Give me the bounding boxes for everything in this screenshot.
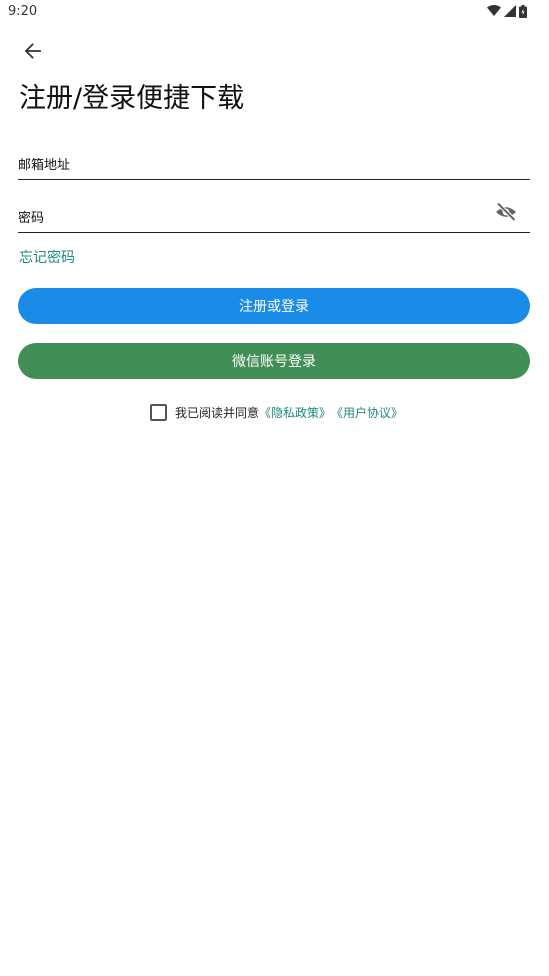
agreement-row: 我已阅读并同意 《隐私政策》 《用户协议》 — [150, 403, 403, 421]
user-agreement-link[interactable]: 《用户协议》 — [331, 404, 403, 421]
wifi-icon — [487, 5, 501, 16]
eye-off-icon[interactable] — [494, 200, 518, 224]
battery-icon — [519, 4, 527, 18]
agreement-checkbox[interactable] — [150, 403, 167, 421]
arrow-left-icon — [24, 43, 41, 59]
register-login-button[interactable]: 注册或登录 — [18, 288, 530, 324]
status-time: 9:20 — [8, 4, 38, 19]
signal-icon — [504, 5, 516, 17]
back-button[interactable] — [18, 36, 48, 66]
forgot-password-link[interactable]: 忘记密码 — [19, 247, 75, 267]
agreement-text: 我已阅读并同意 — [175, 405, 260, 420]
password-field-container — [18, 196, 530, 233]
email-input[interactable] — [18, 158, 478, 173]
page-title: 注册/登录便捷下载 — [19, 83, 245, 114]
email-field-container — [18, 144, 530, 180]
status-bar: 9:20 — [0, 0, 549, 24]
status-icons — [487, 4, 527, 18]
wechat-login-button[interactable]: 微信账号登录 — [18, 343, 530, 379]
privacy-policy-link[interactable]: 《隐私政策》 — [259, 404, 331, 421]
password-input[interactable] — [18, 211, 478, 226]
register-login-label: 注册或登录 — [239, 299, 309, 315]
wechat-login-label: 微信账号登录 — [232, 354, 316, 370]
